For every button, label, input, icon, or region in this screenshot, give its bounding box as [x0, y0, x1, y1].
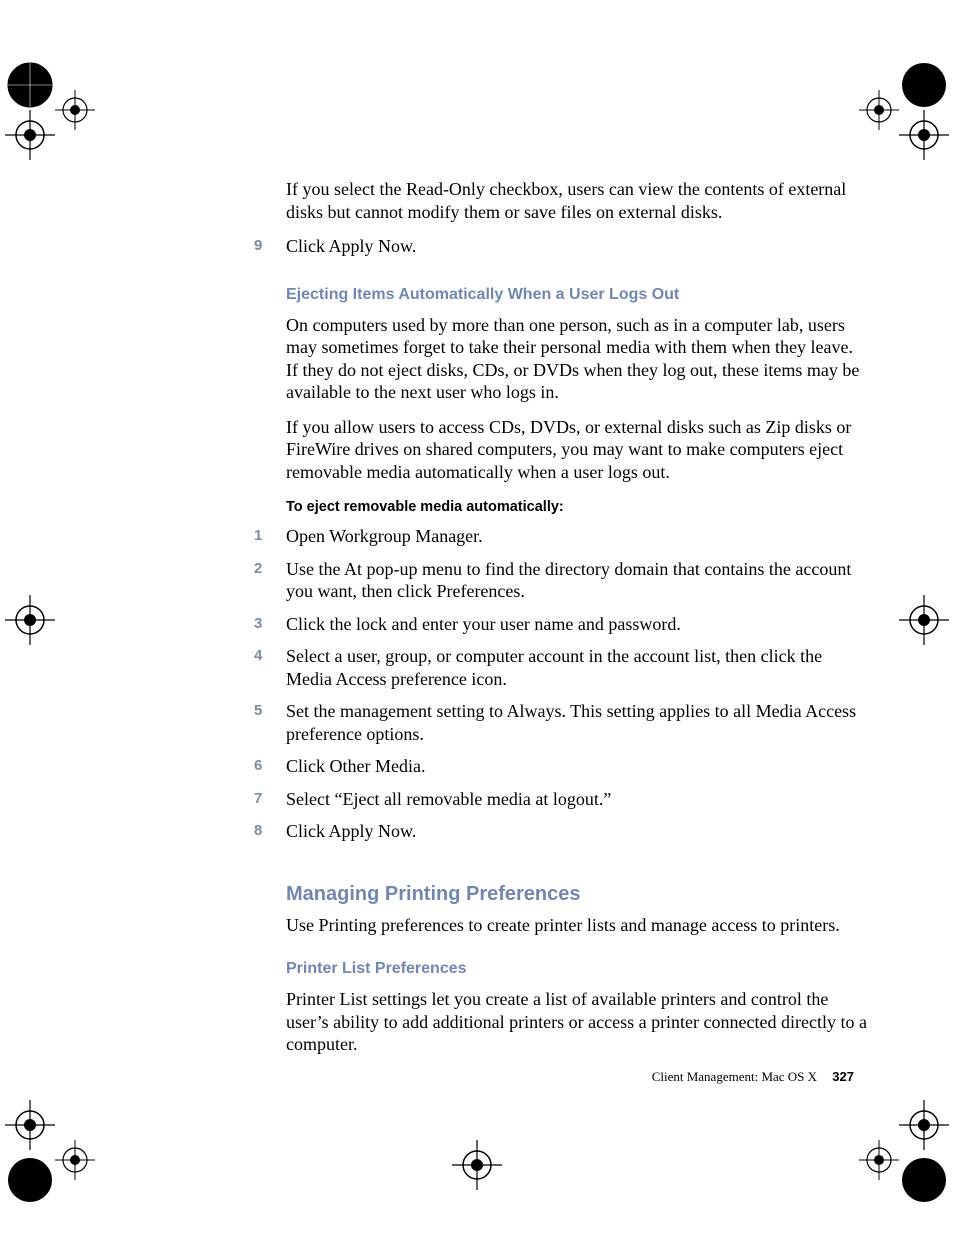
step-text: Select a user, group, or computer accoun… — [286, 645, 868, 690]
step-text: Click Apply Now. — [286, 235, 416, 258]
crop-mark-top-right — [854, 50, 954, 170]
crop-mark-bottom-right — [854, 1095, 954, 1215]
step-item: 5Set the management setting to Always. T… — [286, 700, 868, 745]
heading-printing: Managing Printing Preferences — [286, 883, 868, 906]
content-column: If you select the Read-Only checkbox, us… — [286, 178, 868, 1068]
page: If you select the Read-Only checkbox, us… — [0, 0, 954, 1235]
step-text: Set the management setting to Always. Th… — [286, 700, 868, 745]
step-number: 1 — [254, 525, 286, 548]
step-text: Click the lock and enter your user name … — [286, 613, 681, 636]
printer-list-paragraph: Printer List settings let you create a l… — [286, 988, 868, 1056]
crop-mark-bottom-left — [0, 1095, 100, 1215]
step-text: Use the At pop-up menu to find the direc… — [286, 558, 868, 603]
heading-printer-list: Printer List Preferences — [286, 960, 868, 978]
crop-mark-bottom-center — [447, 1135, 507, 1195]
step-number: 7 — [254, 788, 286, 811]
step-text: Click Apply Now. — [286, 820, 416, 843]
step-item: 8Click Apply Now. — [286, 820, 868, 843]
step-9: 9 Click Apply Now. — [286, 235, 868, 258]
page-number: 327 — [832, 1069, 854, 1084]
footer-chapter: Client Management: Mac OS X — [652, 1069, 817, 1084]
step-item: 4Select a user, group, or computer accou… — [286, 645, 868, 690]
step-number: 3 — [254, 613, 286, 636]
step-number: 9 — [254, 235, 286, 258]
eject-paragraph-2: If you allow users to access CDs, DVDs, … — [286, 416, 868, 484]
step-number: 6 — [254, 755, 286, 778]
eject-paragraph-1: On computers used by more than one perso… — [286, 314, 868, 404]
step-number: 8 — [254, 820, 286, 843]
crop-mark-mid-right — [894, 590, 954, 650]
crop-mark-top-left — [0, 50, 100, 170]
step-text: Click Other Media. — [286, 755, 425, 778]
step-number: 4 — [254, 645, 286, 690]
heading-ejecting: Ejecting Items Automatically When a User… — [286, 286, 868, 304]
step-item: 1Open Workgroup Manager. — [286, 525, 868, 548]
step-number: 2 — [254, 558, 286, 603]
step-item: 2Use the At pop-up menu to find the dire… — [286, 558, 868, 603]
step-text: Select “Eject all removable media at log… — [286, 788, 611, 811]
crop-mark-mid-left — [0, 590, 60, 650]
steps-list: 1Open Workgroup Manager. 2Use the At pop-… — [286, 525, 868, 843]
step-text: Open Workgroup Manager. — [286, 525, 483, 548]
step-item: 6Click Other Media. — [286, 755, 868, 778]
step-item: 3Click the lock and enter your user name… — [286, 613, 868, 636]
printing-paragraph: Use Printing preferences to create print… — [286, 914, 868, 937]
step-item: 7Select “Eject all removable media at lo… — [286, 788, 868, 811]
step-number: 5 — [254, 700, 286, 745]
intro-paragraph: If you select the Read-Only checkbox, us… — [286, 178, 868, 223]
heading-procedure: To eject removable media automatically: — [286, 499, 868, 515]
page-footer: Client Management: Mac OS X 327 — [652, 1069, 854, 1085]
